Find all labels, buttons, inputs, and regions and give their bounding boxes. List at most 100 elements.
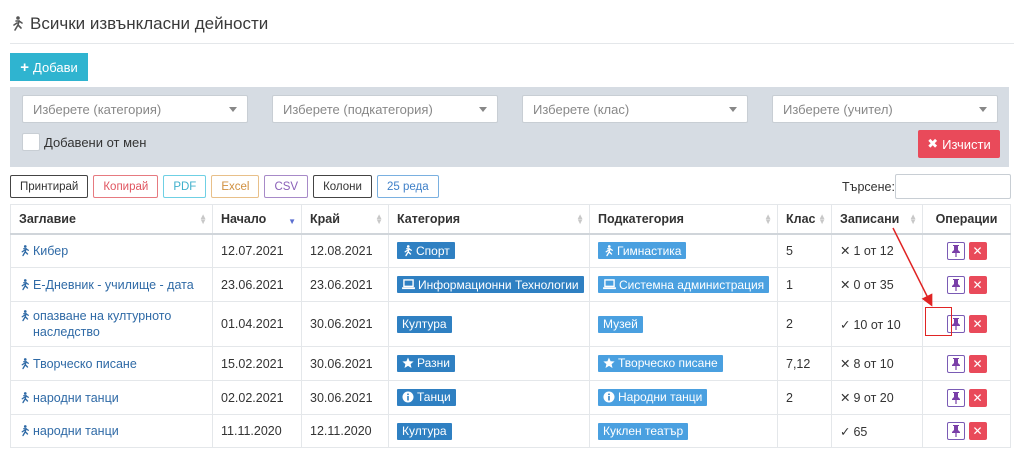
close-icon: ✕: [972, 243, 983, 258]
pin-icon: [951, 244, 960, 257]
category-badge: Информационни Технологии: [397, 276, 584, 293]
activity-link[interactable]: народни танци: [19, 390, 204, 406]
close-icon: ✕: [840, 278, 851, 292]
pin-button[interactable]: [946, 275, 965, 294]
activities-table: Заглавие ▲ ▼ Начало ▼ Край ▲ ▼ Категория ▲ ▼ По…: [10, 204, 1011, 448]
delete-button[interactable]: ✕: [968, 388, 987, 407]
cell-title: Творческо писане: [10, 346, 213, 381]
sort-icon: ▲ ▼: [375, 212, 383, 226]
table-row: народни танци 11.11.2020 12.11.2020 Култура…: [10, 414, 1011, 448]
header-subcategory[interactable]: Подкатегория ▲ ▼: [589, 204, 778, 235]
table-row: опазване на културното наследство 01.04.2…: [10, 301, 1011, 347]
running-icon: [19, 357, 30, 372]
table-header-row: Заглавие ▲ ▼ Начало ▼ Край ▲ ▼ Категория ▲ ▼ По…: [10, 204, 1011, 235]
activity-link[interactable]: Творческо писане: [19, 356, 204, 372]
pin-button[interactable]: [946, 422, 965, 440]
cell-class: 7,12: [777, 346, 832, 381]
add-button[interactable]: + Добави: [10, 53, 88, 81]
excel-button[interactable]: Excel: [211, 175, 260, 198]
rows-per-page-button[interactable]: 25 реда: [376, 175, 439, 198]
category-badge: Спорт: [397, 242, 455, 259]
activity-link[interactable]: Кибер: [19, 243, 204, 259]
header-category[interactable]: Категория ▲ ▼: [388, 204, 590, 235]
cell-end: 30.06.2021: [301, 301, 389, 347]
delete-button[interactable]: ✕: [968, 354, 987, 373]
running-icon: [19, 244, 30, 259]
copy-button[interactable]: Копирай: [93, 175, 159, 198]
header-class[interactable]: Клас ▲ ▼: [777, 204, 832, 235]
cell-subcategory: Музей: [589, 301, 778, 347]
running-icon: [19, 391, 30, 406]
activity-link[interactable]: опазване на културното наследство: [19, 308, 204, 340]
cell-title: Кибер: [10, 233, 213, 268]
title-divider: [10, 43, 1014, 44]
category-badge: Разни: [397, 354, 455, 372]
cell-category: Култура: [388, 301, 590, 347]
subcategory-badge: Куклен театър: [598, 422, 689, 440]
cell-operations: ✕: [922, 233, 1011, 268]
header-title[interactable]: Заглавие ▲ ▼: [10, 204, 213, 235]
header-enrolled[interactable]: Записани ▲ ▼: [831, 204, 923, 235]
cell-class: 2: [777, 301, 832, 347]
activity-link[interactable]: народни танци: [19, 423, 204, 439]
category-badge: Култура: [397, 315, 452, 333]
subcategory-select[interactable]: Изберете (подкатегория): [272, 95, 498, 123]
columns-button[interactable]: Колони: [313, 175, 372, 198]
clear-button[interactable]: ✖ Изчисти: [918, 130, 1000, 158]
cell-category: Информационни Технологии: [388, 267, 590, 302]
pin-button[interactable]: [946, 241, 965, 260]
subcategory-badge: Народни танци: [598, 388, 708, 406]
running-icon: [13, 16, 23, 31]
delete-button[interactable]: ✕: [968, 422, 987, 440]
cell-operations: ✕: [922, 267, 1011, 302]
cell-enrolled: ✕ 9 от 20: [831, 380, 923, 415]
pdf-button[interactable]: PDF: [163, 175, 207, 198]
print-button[interactable]: Принтирай: [10, 175, 89, 198]
sort-desc-icon: ▼: [288, 217, 296, 226]
header-end[interactable]: Край ▲ ▼: [301, 204, 389, 235]
cell-start: 12.07.2021: [212, 233, 302, 268]
delete-button[interactable]: ✕: [968, 315, 987, 333]
pin-icon: [951, 318, 960, 330]
cell-category: Разни: [388, 346, 590, 381]
csv-button[interactable]: CSV: [264, 175, 309, 198]
check-icon: ✓: [840, 424, 851, 439]
close-icon: ✖: [927, 136, 939, 151]
page-title: Всички извънкласни дейности: [10, 14, 268, 34]
cell-operations: ✕: [922, 380, 1011, 415]
cell-subcategory: Творческо писане: [589, 346, 778, 381]
cell-start: 11.11.2020: [212, 414, 302, 448]
cell-enrolled: ✓ 10 от 10: [831, 301, 923, 347]
pin-icon: [951, 357, 960, 370]
cell-class: [777, 414, 832, 448]
laptop-icon: [603, 279, 616, 290]
subcategory-badge: Системна администрация: [598, 276, 770, 293]
header-start[interactable]: Начало ▼: [212, 204, 302, 235]
plus-icon: +: [20, 58, 30, 76]
category-badge: Танци: [397, 388, 456, 406]
pin-icon: [951, 425, 960, 437]
class-select[interactable]: Изберете (клас): [522, 95, 748, 123]
delete-button[interactable]: ✕: [968, 241, 987, 260]
subcategory-badge: Гимнастика: [598, 242, 687, 259]
delete-button[interactable]: ✕: [968, 275, 987, 294]
sort-icon: ▲ ▼: [199, 212, 207, 226]
star-icon: [603, 357, 615, 369]
table-row: Кибер 12.07.2021 12.08.2021 Спорт Гимнастика…: [10, 233, 1011, 268]
cell-class: 5: [777, 233, 832, 268]
cell-start: 23.06.2021: [212, 267, 302, 302]
running-icon: [19, 278, 30, 293]
subcategory-badge: Музей: [598, 315, 643, 333]
activity-link[interactable]: Е-Дневник - училище - дата: [19, 277, 204, 293]
category-select[interactable]: Изберете (категория): [22, 95, 248, 123]
close-icon: ✕: [972, 317, 983, 331]
pin-button[interactable]: [946, 354, 965, 373]
highlight-box: [925, 307, 952, 336]
running-icon: [402, 244, 413, 257]
added-by-me-checkbox[interactable]: [22, 133, 40, 151]
laptop-icon: [402, 279, 415, 290]
cell-enrolled: ✕ 1 от 12: [831, 233, 923, 268]
pin-button[interactable]: [946, 388, 965, 407]
teacher-select[interactable]: Изберете (учител): [772, 95, 998, 123]
search-input[interactable]: [895, 174, 1011, 199]
